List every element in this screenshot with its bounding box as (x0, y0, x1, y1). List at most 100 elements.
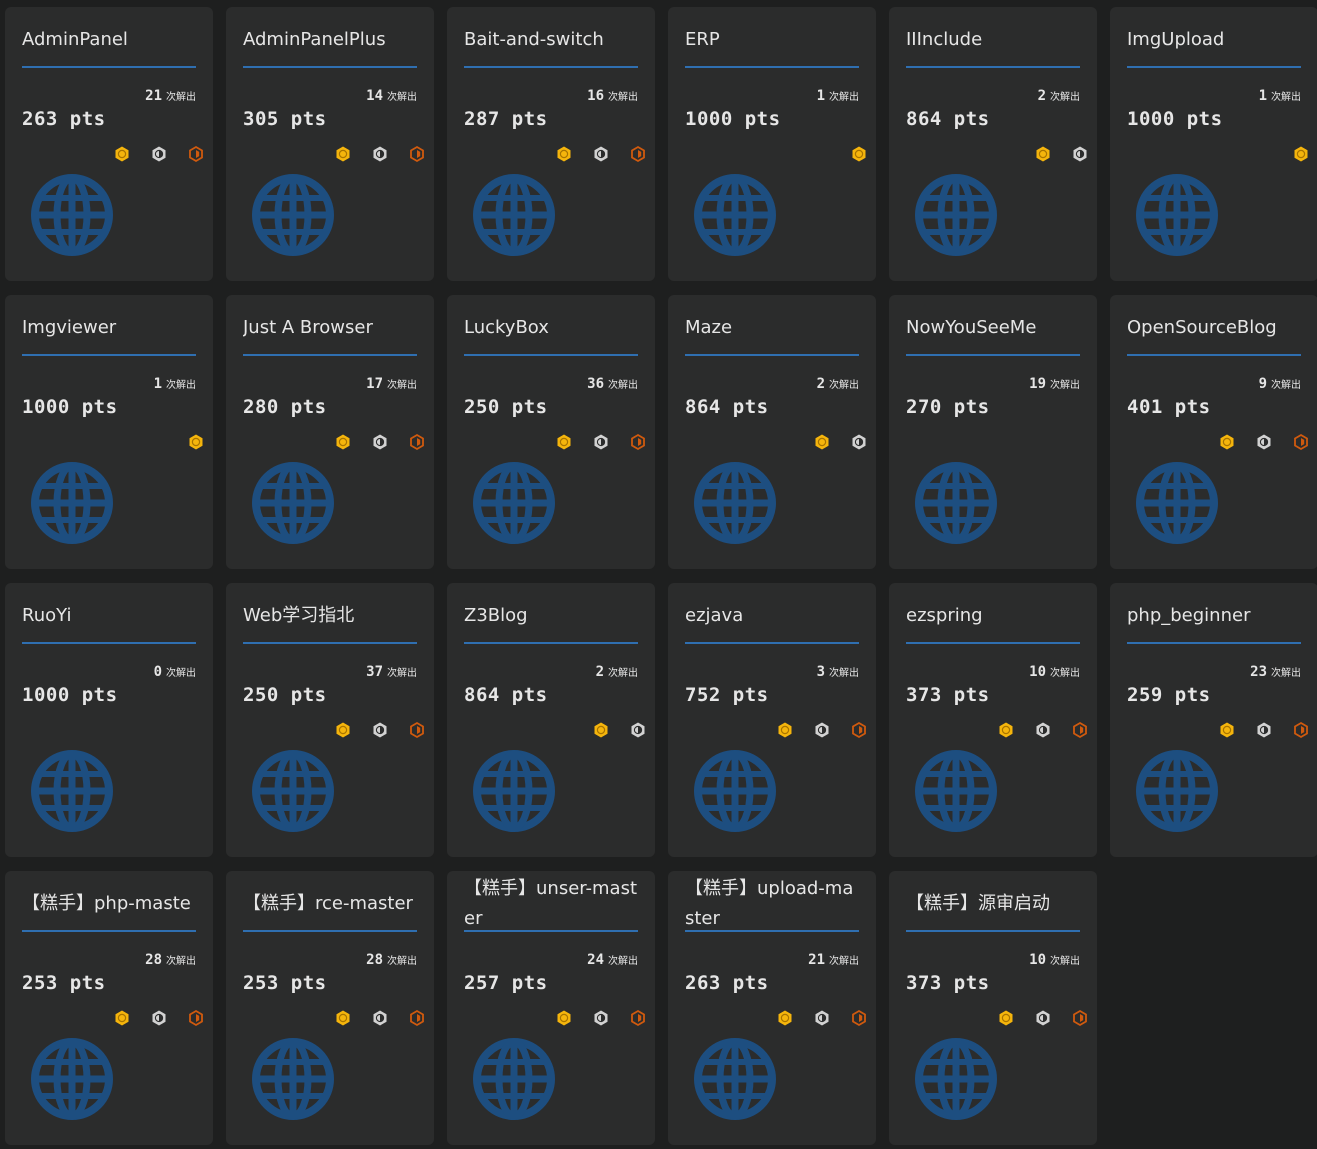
silver-medal-icon (850, 433, 868, 451)
challenge-points: 287 pts (464, 108, 548, 130)
challenge-card[interactable]: Web学习指北 37 次解出 250 pts (226, 583, 434, 857)
challenge-points: 373 pts (906, 684, 990, 706)
challenge-card[interactable]: Z3Blog 2 次解出 864 pts (447, 583, 655, 857)
blood-badges (113, 145, 205, 163)
challenge-title: Web学习指北 (243, 605, 355, 626)
challenge-title: ezspring (906, 605, 983, 626)
challenge-title: NowYouSeeMe (906, 317, 1037, 338)
challenge-title: Maze (685, 317, 733, 338)
challenge-title: IIInclude (906, 29, 983, 50)
bronze-medal-icon (629, 1009, 647, 1027)
title-divider (685, 354, 859, 356)
solve-count-number: 28 (366, 952, 383, 968)
solve-count-label: 次解出 (166, 956, 196, 967)
solve-count-number: 2 (816, 376, 825, 392)
solve-count: 24 次解出 (587, 951, 638, 969)
title-divider (906, 354, 1080, 356)
challenge-card[interactable]: Bait-and-switch 16 次解出 287 pts (447, 7, 655, 281)
blood-badges (1292, 145, 1310, 163)
solve-count-number: 9 (1258, 376, 1267, 392)
title-divider (22, 66, 196, 68)
gold-medal-icon (997, 1009, 1015, 1027)
challenge-card[interactable]: 【糕手】unser-master 24 次解出 257 pts (447, 871, 655, 1145)
silver-medal-icon (592, 145, 610, 163)
solve-count: 21 次解出 (808, 951, 859, 969)
challenge-title: AdminPanelPlus (243, 29, 386, 50)
silver-medal-icon (371, 145, 389, 163)
solve-count-label: 次解出 (608, 380, 638, 391)
silver-medal-icon (150, 1009, 168, 1027)
silver-medal-icon (371, 1009, 389, 1027)
solve-count: 16 次解出 (587, 87, 638, 105)
challenge-points: 1000 pts (1127, 108, 1223, 130)
title-divider (243, 642, 417, 644)
solve-count-label: 次解出 (1050, 956, 1080, 967)
challenge-card[interactable]: NowYouSeeMe 19 次解出 270 pts (889, 295, 1097, 569)
solve-count: 0 次解出 (154, 663, 196, 681)
challenge-card[interactable]: 【糕手】源审启动 10 次解出 373 pts (889, 871, 1097, 1145)
challenge-grid: AdminPanel 21 次解出 263 pts AdminPanelPlus 14 次解… (0, 0, 1317, 1149)
solve-count: 10 次解出 (1029, 663, 1080, 681)
title-divider (906, 930, 1080, 932)
challenge-card[interactable]: IIInclude 2 次解出 864 pts (889, 7, 1097, 281)
challenge-title: 【糕手】php-master (22, 893, 191, 914)
challenge-card[interactable]: AdminPanelPlus 14 次解出 305 pts (226, 7, 434, 281)
challenge-points: 259 pts (1127, 684, 1211, 706)
challenge-card[interactable]: 【糕手】php-master 28 次解出 253 pts (5, 871, 213, 1145)
challenge-points: 250 pts (243, 684, 327, 706)
challenge-card[interactable]: Maze 2 次解出 864 pts (668, 295, 876, 569)
gold-medal-icon (334, 433, 352, 451)
challenge-points: 864 pts (906, 108, 990, 130)
challenge-points: 253 pts (243, 972, 327, 994)
solve-count-label: 次解出 (1050, 92, 1080, 103)
title-divider (906, 642, 1080, 644)
challenge-points: 1000 pts (22, 684, 118, 706)
gold-medal-icon (334, 1009, 352, 1027)
silver-medal-icon (1071, 145, 1089, 163)
title-divider (464, 930, 638, 932)
bronze-medal-icon (1292, 721, 1310, 739)
solve-count-label: 次解出 (1050, 380, 1080, 391)
challenge-card[interactable]: OpenSourceBlog 9 次解出 401 pts (1110, 295, 1317, 569)
solve-count-label: 次解出 (829, 956, 859, 967)
challenge-title: 【糕手】源审启动 (906, 893, 1050, 914)
challenge-card[interactable]: RuoYi 0 次解出 1000 pts (5, 583, 213, 857)
challenge-card[interactable]: AdminPanel 21 次解出 263 pts (5, 7, 213, 281)
solve-count-label: 次解出 (608, 92, 638, 103)
blood-badges (334, 145, 426, 163)
blood-badges (555, 1009, 647, 1027)
challenge-points: 305 pts (243, 108, 327, 130)
solve-count-number: 14 (366, 88, 383, 104)
blood-badges (334, 1009, 426, 1027)
challenge-card[interactable]: ImgUpload 1 次解出 1000 pts (1110, 7, 1317, 281)
solve-count-number: 23 (1250, 664, 1267, 680)
challenge-card[interactable]: Just A Browser 17 次解出 280 pts (226, 295, 434, 569)
solve-count: 2 次解出 (596, 663, 638, 681)
blood-badges (334, 721, 426, 739)
solve-count: 1 次解出 (154, 375, 196, 393)
gold-medal-icon (776, 721, 794, 739)
challenge-card[interactable]: LuckyBox 36 次解出 250 pts (447, 295, 655, 569)
challenge-card[interactable]: php_beginner 23 次解出 259 pts (1110, 583, 1317, 857)
challenge-points: 401 pts (1127, 396, 1211, 418)
solve-count: 28 次解出 (366, 951, 417, 969)
solve-count-number: 2 (595, 664, 604, 680)
gold-medal-icon (850, 145, 868, 163)
challenge-card[interactable]: ezspring 10 次解出 373 pts (889, 583, 1097, 857)
challenge-card[interactable]: ERP 1 次解出 1000 pts (668, 7, 876, 281)
challenge-card[interactable]: Imgviewer 1 次解出 1000 pts (5, 295, 213, 569)
silver-medal-icon (813, 1009, 831, 1027)
solve-count: 14 次解出 (366, 87, 417, 105)
gold-medal-icon (334, 721, 352, 739)
title-divider (22, 930, 196, 932)
silver-medal-icon (629, 721, 647, 739)
challenge-points: 864 pts (464, 684, 548, 706)
challenge-card[interactable]: 【糕手】rce-master 28 次解出 253 pts (226, 871, 434, 1145)
challenge-title: RuoYi (22, 605, 72, 626)
bronze-medal-icon (1292, 433, 1310, 451)
challenge-card[interactable]: 【糕手】upload-master 21 次解出 263 pts (668, 871, 876, 1145)
solve-count: 1 次解出 (817, 87, 859, 105)
gold-medal-icon (776, 1009, 794, 1027)
challenge-card[interactable]: ezjava 3 次解出 752 pts (668, 583, 876, 857)
title-divider (464, 66, 638, 68)
